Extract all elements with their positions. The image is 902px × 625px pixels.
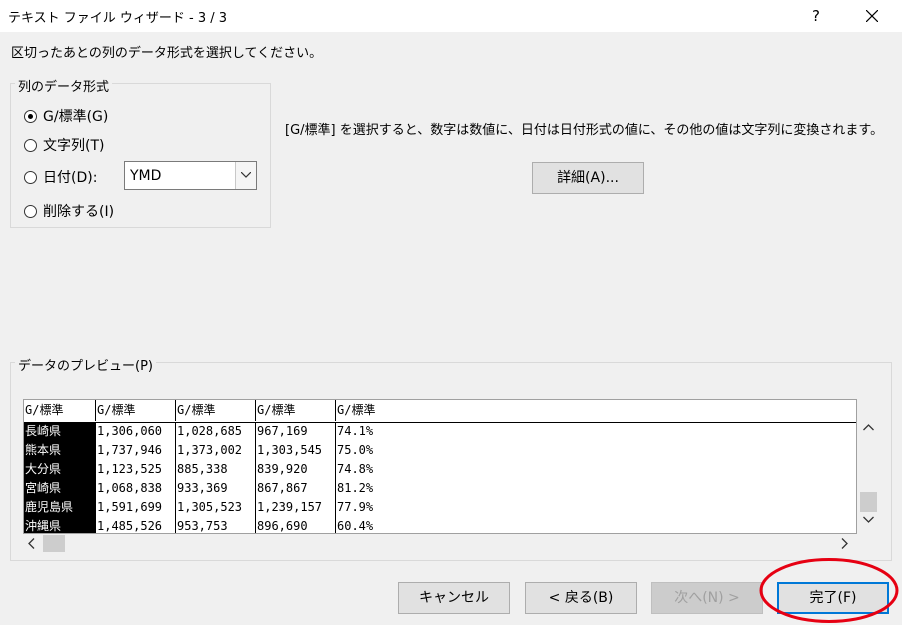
highlight-annotation: [759, 558, 899, 623]
preview-header-cell[interactable]: G/標準: [176, 400, 256, 421]
cancel-button[interactable]: キャンセル: [398, 582, 510, 614]
chevron-up-icon[interactable]: [863, 424, 874, 431]
preview-header-cell[interactable]: G/標準: [24, 400, 96, 421]
preview-cell: 1,239,157: [255, 498, 336, 517]
preview-cell: 885,338: [175, 460, 256, 479]
preview-cell: 933,369: [175, 479, 256, 498]
chevron-down-icon[interactable]: [863, 516, 874, 523]
preview-cell: 1,306,060: [95, 422, 176, 441]
format-description: [G/標準] を選択すると、数字は数値に、日付は日付形式の値に、その他の値は文字…: [285, 123, 884, 138]
window-title: テキスト ファイル ウィザード - 3 / 3: [8, 11, 228, 26]
radio-circle-checked: [24, 109, 37, 123]
preview-cell: 大分県: [24, 460, 96, 479]
preview-cell: 1,373,002: [175, 441, 256, 460]
data-preview[interactable]: G/標準 G/標準 G/標準 G/標準 G/標準 長崎県 1,306,060 1…: [23, 399, 857, 534]
preview-row: 鹿児島県 1,591,699 1,305,523 1,239,157 77.9%: [24, 498, 856, 517]
help-button[interactable]: ?: [804, 4, 828, 28]
vertical-scroll-thumb[interactable]: [860, 492, 877, 512]
chevron-left-icon[interactable]: [28, 538, 35, 549]
close-icon: [866, 10, 878, 22]
preview-header-cell[interactable]: G/標準: [96, 400, 176, 421]
preview-row: 長崎県 1,306,060 1,028,685 967,169 74.1%: [24, 422, 856, 441]
preview-cell: 長崎県: [24, 422, 96, 441]
preview-cell: 鹿児島県: [24, 498, 96, 517]
date-format-value: YMD: [130, 168, 162, 184]
preview-row: 大分県 1,123,525 885,338 839,920 74.8%: [24, 460, 856, 479]
instruction-text: 区切ったあとの列のデータ形式を選択してください。: [11, 46, 323, 61]
next-button[interactable]: 次へ(N) >: [651, 582, 763, 614]
preview-cell: 60.4%: [335, 517, 435, 533]
preview-cell: 74.1%: [335, 422, 435, 441]
preview-header-row: G/標準 G/標準 G/標準 G/標準 G/標準: [24, 400, 856, 423]
close-button[interactable]: [852, 0, 892, 32]
preview-cell: 1,737,946: [95, 441, 176, 460]
radio-text-label: 文字列(T): [43, 138, 105, 154]
preview-cell: 1,303,545: [255, 441, 336, 460]
title-bar: テキスト ファイル ウィザード - 3 / 3 ?: [0, 0, 902, 32]
preview-vertical-scrollbar[interactable]: [859, 418, 878, 534]
column-format-legend: 列のデータ形式: [15, 76, 113, 95]
preview-horizontal-scrollbar[interactable]: [23, 534, 857, 553]
preview-header-cell[interactable]: G/標準: [256, 400, 336, 421]
preview-cell: 81.2%: [335, 479, 435, 498]
preview-header-cell[interactable]: G/標準: [336, 400, 856, 421]
radio-circle: [24, 170, 37, 184]
preview-cell: 1,485,526: [95, 517, 176, 533]
radio-circle: [24, 204, 37, 218]
preview-cell: 839,920: [255, 460, 336, 479]
preview-cell: 1,028,685: [175, 422, 256, 441]
radio-general[interactable]: G/標準(G): [24, 106, 108, 126]
radio-date-label: 日付(D):: [43, 170, 98, 186]
preview-cell: 1,123,525: [95, 460, 176, 479]
radio-text[interactable]: 文字列(T): [24, 135, 104, 155]
preview-cell: 867,867: [255, 479, 336, 498]
preview-cell: 沖縄県: [24, 517, 96, 533]
preview-cell: 967,169: [255, 422, 336, 441]
date-format-select[interactable]: YMD: [124, 161, 257, 190]
preview-cell: 1,591,699: [95, 498, 176, 517]
radio-general-label: G/標準(G): [43, 109, 109, 125]
back-button[interactable]: < 戻る(B): [525, 582, 637, 614]
horizontal-scroll-thumb[interactable]: [43, 535, 65, 552]
preview-row: 沖縄県 1,485,526 953,753 896,690 60.4%: [24, 517, 856, 533]
preview-cell: 74.8%: [335, 460, 435, 479]
preview-cell: 熊本県: [24, 441, 96, 460]
radio-skip[interactable]: 削除する(I): [24, 201, 114, 221]
preview-row: 熊本県 1,737,946 1,373,002 1,303,545 75.0%: [24, 441, 856, 460]
preview-cell: 宮崎県: [24, 479, 96, 498]
preview-cell: 77.9%: [335, 498, 435, 517]
radio-date[interactable]: 日付(D):: [24, 167, 97, 187]
radio-skip-label: 削除する(I): [43, 204, 115, 220]
date-format-dropdown-button[interactable]: [235, 162, 256, 189]
chevron-down-icon: [241, 172, 251, 178]
radio-circle: [24, 138, 37, 152]
chevron-right-icon[interactable]: [841, 538, 848, 549]
preview-cell: 953,753: [175, 517, 256, 533]
preview-legend: データのプレビュー(P): [15, 355, 156, 374]
preview-row: 宮崎県 1,068,838 933,369 867,867 81.2%: [24, 479, 856, 498]
preview-cell: 1,305,523: [175, 498, 256, 517]
detail-button[interactable]: 詳細(A)...: [532, 162, 644, 194]
preview-cell: 1,068,838: [95, 479, 176, 498]
preview-cell: 896,690: [255, 517, 336, 533]
preview-cell: 75.0%: [335, 441, 435, 460]
